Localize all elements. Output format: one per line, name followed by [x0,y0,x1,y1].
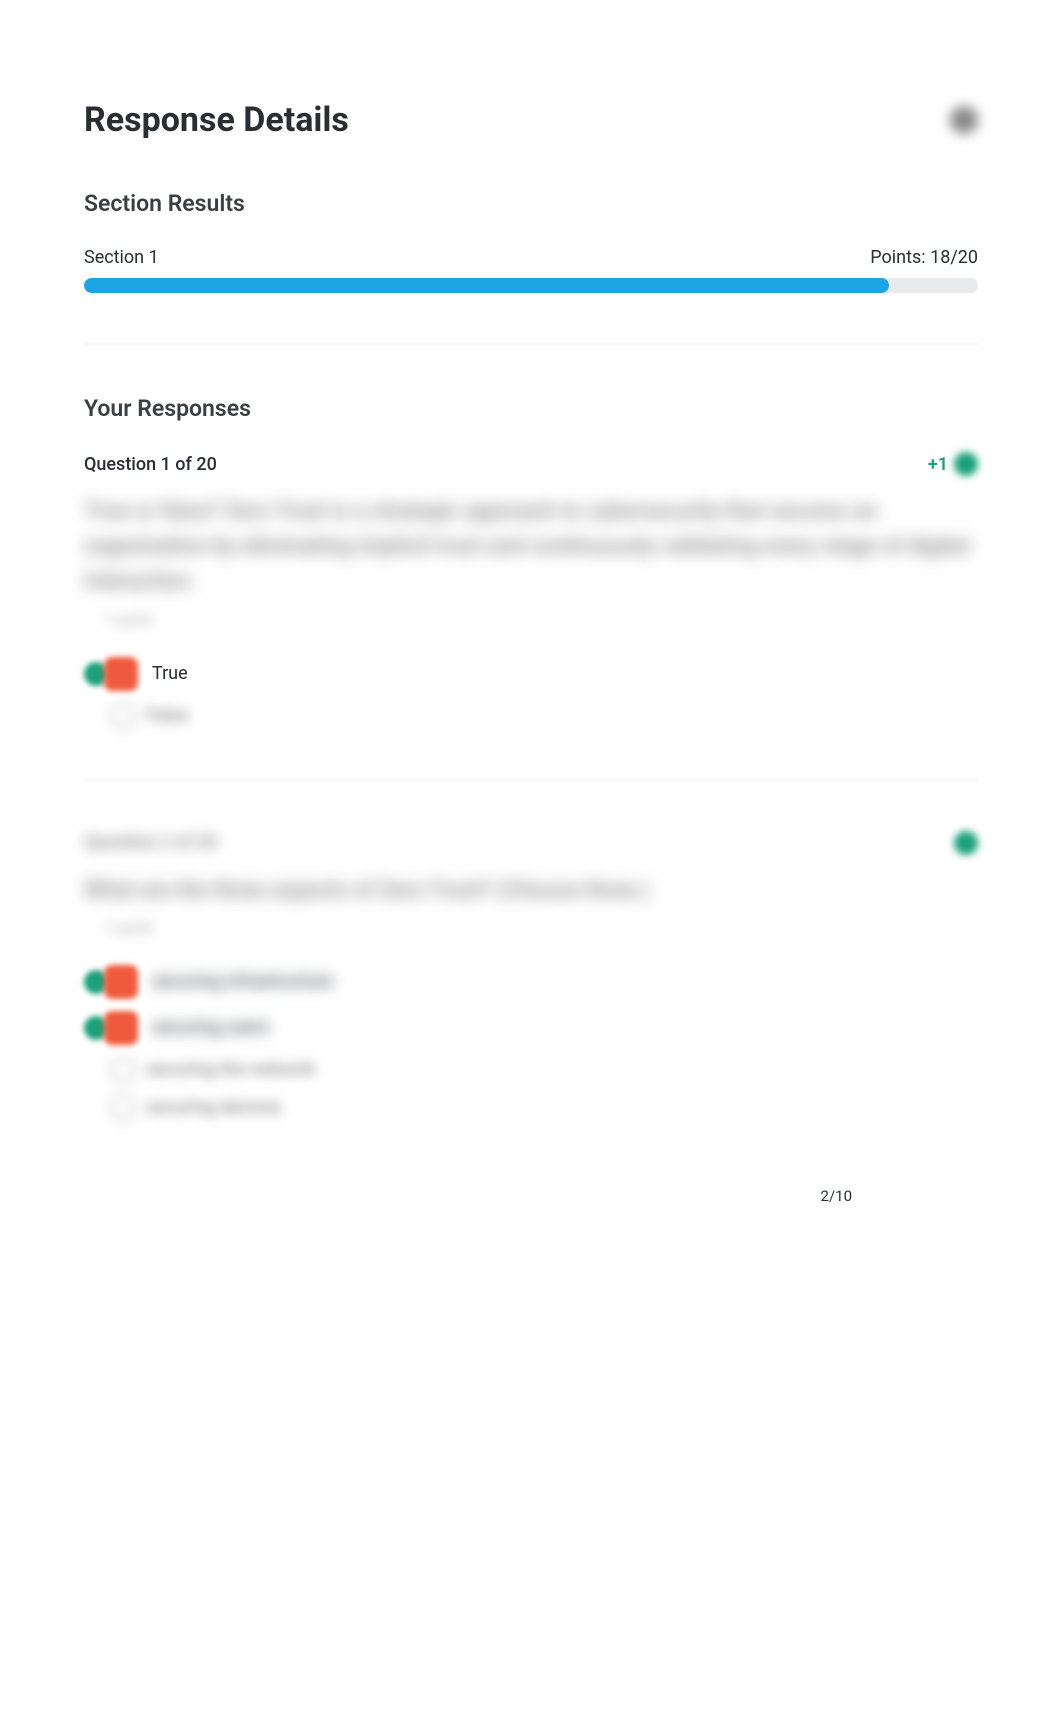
answer-row-blurred: False [110,703,978,729]
your-responses-heading: Your Responses [84,395,978,422]
section-label: Section 1 [84,247,159,268]
answer-label-blurred: securing users [152,1017,269,1038]
check-icon [954,831,978,855]
question-number-blurred: Question 2 of 20 [84,832,217,853]
section-results-heading: Section Results [84,190,978,217]
answer-label-blurred: securing infrastructure [152,971,333,992]
answer-row: True [84,657,978,691]
answer-row-blurred: securing the network [110,1057,978,1083]
question-sub-blurred: 1 point [104,610,978,629]
answer-label: True [152,663,188,684]
question-block-1: Question 1 of 20 +1 True or false? Zero … [84,452,978,729]
radio-empty-icon [110,1095,136,1121]
check-icon [954,452,978,476]
answer-label-blurred: False [146,705,189,726]
header-badge-icon [950,106,978,134]
section-points: Points: 18/20 [870,247,978,268]
answer-row: securing users [84,1011,978,1045]
question-points: +1 [928,452,978,476]
question-number: Question 1 of 20 [84,454,217,475]
radio-empty-icon [110,1057,136,1083]
page-title: Response Details [84,100,349,140]
answer-row: securing infrastructure [84,965,978,999]
answer-row-blurred: securing devices [110,1095,978,1121]
selected-icon [104,657,138,691]
progress-fill [84,278,889,293]
divider [84,343,978,345]
question-sub-blurred: 1 point [104,918,978,937]
selected-icon [104,965,138,999]
question-block-2: Question 2 of 20 What are the three aspe… [84,831,978,1121]
radio-empty-icon [110,703,136,729]
progress-bar [84,278,978,293]
answer-label-blurred: securing devices [146,1097,281,1118]
answer-label-blurred: securing the network [146,1059,315,1080]
points-value: +1 [928,454,948,475]
selected-icon [104,1011,138,1045]
page-number: 2/10 [821,1187,852,1205]
divider [84,779,978,781]
question-text-blurred: True or false? Zero Trust is a strategic… [84,494,978,600]
question-text-blurred: What are the three aspects of Zero Trust… [84,873,978,908]
